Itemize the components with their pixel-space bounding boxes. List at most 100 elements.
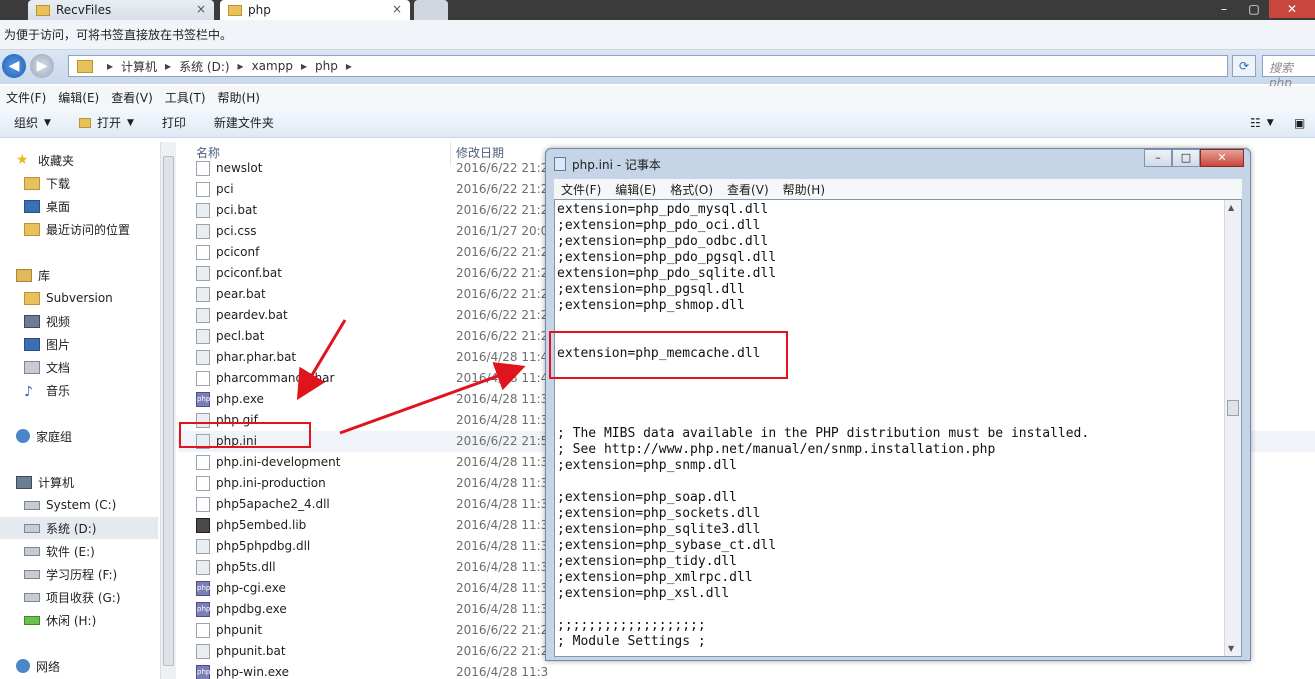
np-menu-edit[interactable]: 编辑(E) xyxy=(608,181,663,198)
nav-label: 桌面 xyxy=(46,199,71,214)
nav-homegroup[interactable]: 家庭组 xyxy=(16,425,174,447)
file-date: 2016/6/22 21:5 xyxy=(456,434,549,448)
file-icon xyxy=(196,308,210,323)
chevron-right-icon[interactable]: ▸ xyxy=(346,59,352,73)
browser-tab-strip: RecvFiles × php × – ▢ ✕ xyxy=(0,0,1315,20)
file-name: php5ts.dll xyxy=(216,560,276,574)
folder-icon xyxy=(77,59,93,73)
dropdown-arrow-icon: ▼ xyxy=(1266,117,1274,128)
notepad-titlebar[interactable]: php.ini - 记事本 xyxy=(554,153,661,175)
address-bar[interactable]: ▸ 计算机 ▸ 系统 (D:) ▸ xampp ▸ php ▸ xyxy=(68,55,1228,77)
file-row[interactable]: php php-win.exe 2016/4/28 11:3 xyxy=(178,662,1315,679)
nav-favorites[interactable]: ★ 收藏夹 xyxy=(16,149,174,171)
php-file-icon: php xyxy=(196,581,210,596)
open-label: 打开 xyxy=(96,116,121,130)
breadcrumb-item[interactable]: php xyxy=(315,59,338,73)
new-folder-button[interactable]: 新建文件夹 xyxy=(200,114,288,131)
scrollbar-thumb[interactable] xyxy=(163,156,174,666)
chevron-right-icon[interactable]: ▸ xyxy=(165,59,171,73)
breadcrumb-item[interactable]: 计算机 xyxy=(121,58,157,75)
nav-drive-h[interactable]: 休闲 (H:) xyxy=(24,609,182,631)
scrollbar-thumb[interactable] xyxy=(1227,400,1239,416)
menu-edit[interactable]: 编辑(E) xyxy=(52,89,105,106)
notepad-line: ;extension=php_pdo_oci.dll xyxy=(557,218,761,233)
file-icon xyxy=(196,455,210,470)
np-menu-file[interactable]: 文件(F) xyxy=(554,181,608,198)
nav-label: 库 xyxy=(38,268,51,283)
close-icon[interactable]: ✕ xyxy=(1200,149,1244,167)
close-icon[interactable]: × xyxy=(196,2,206,16)
nav-documents[interactable]: 文档 xyxy=(24,356,182,378)
organize-button[interactable]: 组织 ▼ xyxy=(0,114,65,131)
document-icon xyxy=(24,360,40,374)
nav-videos[interactable]: 视频 xyxy=(24,310,182,332)
notepad-window-controls: – □ ✕ xyxy=(1144,149,1244,167)
file-name: phpunit xyxy=(216,623,263,637)
nav-computer[interactable]: 计算机 xyxy=(16,471,174,493)
nav-drive-e[interactable]: 软件 (E:) xyxy=(24,540,182,562)
nav-desktop[interactable]: 桌面 xyxy=(24,195,182,217)
nav-label: 视频 xyxy=(46,314,71,329)
menu-file[interactable]: 文件(F) xyxy=(0,89,52,106)
menu-help[interactable]: 帮助(H) xyxy=(212,89,266,106)
address-row: ◀ ▶ ▸ 计算机 ▸ 系统 (D:) ▸ xampp ▸ php ▸ ⟳ 搜索… xyxy=(0,50,1315,90)
file-date: 2016/4/28 11:3 xyxy=(456,665,549,679)
chevron-right-icon[interactable]: ▸ xyxy=(238,59,244,73)
file-date: 2016/6/22 21:2 xyxy=(456,266,549,280)
new-tab-button[interactable] xyxy=(414,0,448,20)
minimize-icon[interactable]: – xyxy=(1209,0,1239,18)
tab-php[interactable]: php × xyxy=(220,0,410,20)
nav-drive-f[interactable]: 学习历程 (F:) xyxy=(24,563,182,585)
search-input[interactable]: 搜索 php xyxy=(1262,55,1315,90)
nav-recent[interactable]: 最近访问的位置 xyxy=(24,218,182,240)
nav-network[interactable]: 网络 xyxy=(16,655,174,677)
notepad-text-area[interactable]: ▲ ▼ extension=php_pdo_mysql.dll ;extensio… xyxy=(554,199,1242,657)
chevron-right-icon[interactable]: ▸ xyxy=(301,59,307,73)
music-icon: ♪ xyxy=(24,383,33,400)
np-menu-view[interactable]: 查看(V) xyxy=(720,181,776,198)
nav-label: 家庭组 xyxy=(36,429,73,444)
notepad-scrollbar[interactable]: ▲ ▼ xyxy=(1224,200,1241,656)
maximize-icon[interactable]: □ xyxy=(1172,149,1200,167)
nav-libraries[interactable]: 库 xyxy=(16,264,174,286)
minimize-icon[interactable]: – xyxy=(1144,149,1172,167)
download-folder-icon xyxy=(24,176,40,190)
nav-scrollbar[interactable] xyxy=(160,142,176,679)
breadcrumb-item[interactable]: 系统 (D:) xyxy=(179,58,229,75)
file-name: peardev.bat xyxy=(216,308,288,322)
tab-recvfiles[interactable]: RecvFiles × xyxy=(28,0,214,20)
notepad-line: ;extension=php_pgsql.dll xyxy=(557,282,745,297)
scroll-up-icon[interactable]: ▲ xyxy=(1228,203,1234,212)
file-name: phpdbg.exe xyxy=(216,602,287,616)
close-icon[interactable]: × xyxy=(392,2,402,16)
nav-label: 系统 (D:) xyxy=(46,521,97,536)
preview-pane-button[interactable]: ▣ xyxy=(1280,116,1315,130)
file-date: 2016/6/22 21:2 xyxy=(456,644,549,658)
close-window-icon[interactable]: ✕ xyxy=(1269,0,1315,18)
file-icon xyxy=(196,182,210,197)
forward-button[interactable]: ▶ xyxy=(30,54,54,78)
organize-label: 组织 xyxy=(14,116,39,130)
menu-tools[interactable]: 工具(T) xyxy=(159,89,212,106)
refresh-icon[interactable]: ⟳ xyxy=(1232,55,1256,77)
maximize-icon[interactable]: ▢ xyxy=(1239,0,1269,18)
np-menu-format[interactable]: 格式(O) xyxy=(663,181,720,198)
back-button[interactable]: ◀ xyxy=(2,54,26,78)
file-icon xyxy=(196,371,210,386)
breadcrumb-item[interactable]: xampp xyxy=(252,59,293,73)
menu-view[interactable]: 查看(V) xyxy=(105,89,159,106)
nav-downloads[interactable]: 下载 xyxy=(24,172,182,194)
nav-music[interactable]: ♪ 音乐 xyxy=(24,379,182,401)
nav-label: 图片 xyxy=(46,337,71,352)
nav-drive-d[interactable]: 系统 (D:) xyxy=(0,517,158,539)
file-date: 2016/6/22 21:2 xyxy=(456,161,549,175)
nav-pictures[interactable]: 图片 xyxy=(24,333,182,355)
scroll-down-icon[interactable]: ▼ xyxy=(1228,644,1234,653)
nav-subversion[interactable]: Subversion xyxy=(24,287,182,309)
np-menu-help[interactable]: 帮助(H) xyxy=(776,181,832,198)
nav-drive-c[interactable]: System (C:) xyxy=(24,494,182,516)
nav-drive-g[interactable]: 项目收获 (G:) xyxy=(24,586,182,608)
desktop-icon xyxy=(24,199,40,213)
open-button[interactable]: 打开 ▼ xyxy=(65,114,148,131)
print-button[interactable]: 打印 xyxy=(148,114,200,131)
